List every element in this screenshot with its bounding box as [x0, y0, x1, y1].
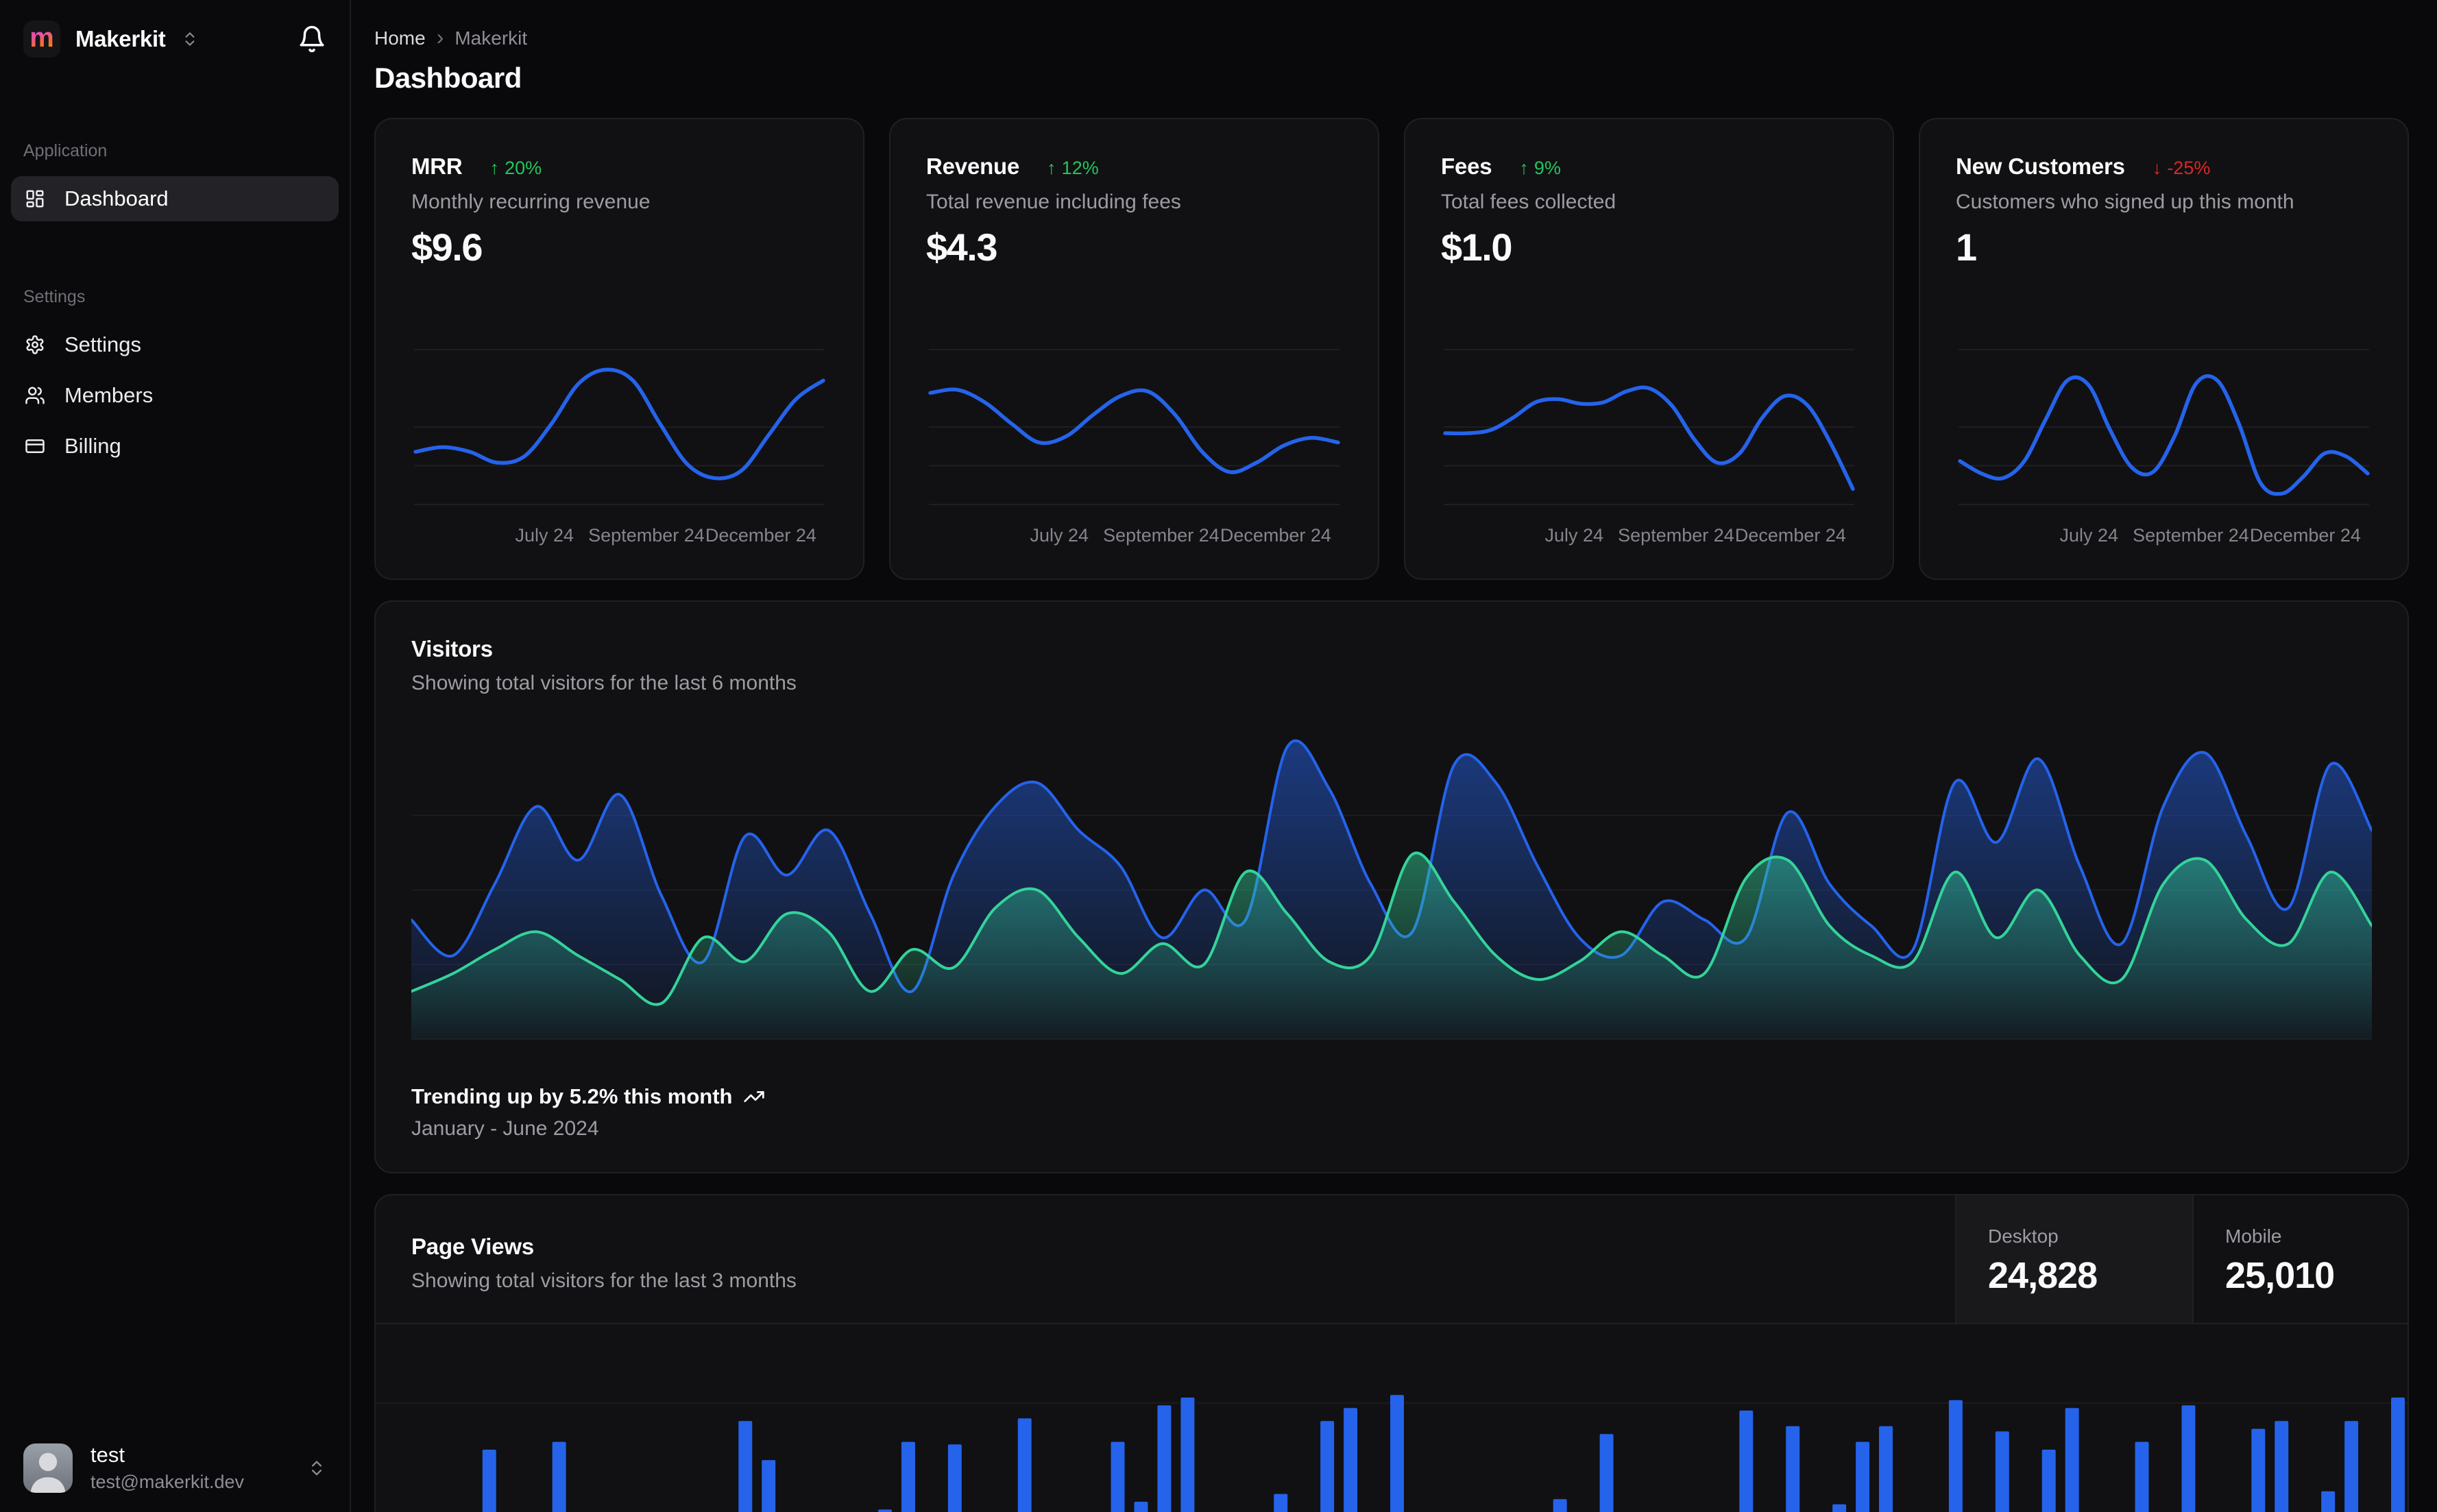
credit-card-icon — [25, 439, 45, 453]
fees-sparkline-chart: July 24 September 24 December 24 — [1441, 340, 1857, 548]
nav-section-settings: Settings — [23, 287, 86, 306]
stat-card-revenue: Revenue ↑ 12% Total revenue including fe… — [889, 118, 1379, 580]
x-tick: December 24 — [1220, 525, 1331, 546]
tab-label: Desktop — [1988, 1226, 2059, 1247]
x-tick: September 24 — [1618, 525, 1734, 546]
trend-value: 9% — [1533, 158, 1561, 178]
user-avatar — [23, 1443, 73, 1493]
x-tick: September 24 — [588, 525, 705, 546]
visitors-title: Visitors — [411, 636, 493, 661]
breadcrumb-home-link[interactable]: Home — [374, 27, 426, 49]
stat-title: New Customers — [1956, 154, 2125, 179]
page-views-subtitle: Showing total visitors for the last 3 mo… — [411, 1269, 797, 1292]
chevron-right-separator: › — [436, 25, 444, 49]
trending-up-icon — [744, 1091, 765, 1102]
arrow-down-icon: ↓ — [2152, 158, 2162, 178]
revenue-sparkline-chart: July 24 September 24 December 24 — [926, 340, 1342, 548]
x-tick: September 24 — [2133, 525, 2249, 546]
arrow-up-icon: ↑ — [1047, 158, 1056, 178]
gear-icon — [26, 335, 44, 354]
main-content: Home › Makerkit Dashboard MRR ↑ 20% Mont… — [351, 0, 2437, 1512]
stat-title: MRR — [411, 154, 463, 179]
stat-title: Fees — [1441, 154, 1492, 179]
page-views-card: Page Views Showing total visitors for th… — [374, 1194, 2409, 1512]
tab-value: 24,828 — [1988, 1255, 2098, 1296]
tab-label: Mobile — [2225, 1226, 2282, 1247]
x-tick: December 24 — [705, 525, 816, 546]
mrr-sparkline-chart: July 24 September 24 December 24 — [411, 340, 827, 548]
tab-desktop[interactable]: Desktop 24,828 — [1955, 1195, 2192, 1323]
visitors-date-range: January - June 2024 — [411, 1117, 599, 1140]
makerkit-logo-icon: m — [23, 21, 60, 58]
user-menu[interactable]: test test@makerkit.dev — [0, 1424, 350, 1512]
x-tick: July 24 — [515, 525, 574, 546]
page-title: Dashboard — [374, 62, 522, 94]
trend-badge: ↑ 9% — [1519, 158, 1561, 179]
stat-card-fees: Fees ↑ 9% Total fees collected $1.0 July… — [1404, 118, 1894, 580]
new-customers-sparkline-chart: July 24 September 24 December 24 — [1956, 340, 2372, 548]
arrow-up-icon: ↑ — [489, 158, 500, 178]
sidebar-item-billing[interactable]: Billing — [11, 424, 339, 469]
arrow-up-icon: ↑ — [1519, 158, 1529, 178]
notifications-button[interactable] — [298, 25, 326, 53]
sidebar-item-members[interactable]: Members — [11, 373, 339, 418]
visitors-trend-text: Trending up by 5.2% this month — [411, 1084, 733, 1108]
workspace-name: Makerkit — [75, 26, 166, 51]
sidebar-item-settings[interactable]: Settings — [11, 322, 339, 367]
users-icon — [25, 387, 45, 404]
stat-card-mrr: MRR ↑ 20% Monthly recurring revenue $9.6… — [374, 118, 864, 580]
stat-value: $9.6 — [411, 225, 483, 269]
breadcrumb-current: Makerkit — [454, 27, 528, 49]
layout-dashboard-icon — [26, 190, 44, 208]
visitors-card: Visitors Showing total visitors for the … — [374, 600, 2409, 1173]
sidebar-item-label: Dashboard — [64, 186, 169, 210]
x-tick: September 24 — [1103, 525, 1220, 546]
trend-badge: ↑ 12% — [1047, 158, 1099, 179]
breadcrumb: Home › Makerkit — [374, 25, 2409, 49]
chevrons-up-down-icon — [312, 1461, 322, 1475]
sidebar-item-label: Members — [64, 383, 154, 407]
page-views-title: Page Views — [411, 1234, 535, 1259]
workspace-switcher[interactable]: m Makerkit — [23, 21, 199, 58]
trend-badge: ↑ 20% — [490, 158, 542, 179]
sidebar-nav: Application Dashboard Settings Settings … — [0, 141, 350, 469]
page-views-header: Page Views Showing total visitors for th… — [376, 1195, 2408, 1324]
x-tick: July 24 — [1544, 525, 1604, 546]
user-email: test@makerkit.dev — [90, 1472, 244, 1492]
trend-value: 20% — [505, 158, 542, 178]
stat-subtitle: Customers who signed up this month — [1956, 191, 2294, 213]
sidebar: m Makerkit Application Dashboard Setting… — [0, 0, 351, 1512]
bell-icon — [300, 25, 324, 53]
sidebar-header: m Makerkit — [0, 0, 350, 58]
trend-value: -25% — [2167, 158, 2211, 178]
sidebar-item-label: Billing — [64, 434, 121, 458]
stat-subtitle: Total fees collected — [1441, 191, 1616, 213]
stat-value: $4.3 — [926, 225, 998, 269]
x-tick: July 24 — [1030, 525, 1089, 546]
visitors-subtitle: Showing total visitors for the last 6 mo… — [411, 672, 797, 694]
nav-section-application: Application — [23, 141, 108, 160]
tab-value: 25,010 — [2225, 1255, 2335, 1296]
stat-card-new-customers: New Customers ↓ -25% Customers who signe… — [1919, 118, 2409, 580]
trend-badge: ↓ -25% — [2153, 158, 2211, 179]
x-tick: December 24 — [2249, 525, 2361, 546]
stat-value: $1.0 — [1441, 225, 1513, 269]
trend-value: 12% — [1061, 158, 1099, 178]
chevrons-up-down-icon — [185, 32, 195, 46]
x-tick: December 24 — [1734, 525, 1846, 546]
page-views-bar-chart — [376, 1395, 2408, 1512]
sidebar-item-label: Settings — [64, 332, 142, 356]
tab-mobile[interactable]: Mobile 25,010 — [2192, 1195, 2408, 1323]
visitors-area-chart — [411, 739, 2372, 1040]
stat-subtitle: Total revenue including fees — [926, 191, 1181, 213]
stat-title: Revenue — [926, 154, 1020, 179]
user-name: test — [90, 1443, 125, 1467]
x-tick: July 24 — [2059, 525, 2119, 546]
sidebar-item-dashboard[interactable]: Dashboard — [11, 176, 339, 221]
visitors-footer: Trending up by 5.2% this month January -… — [411, 1084, 2372, 1141]
stat-cards-row: MRR ↑ 20% Monthly recurring revenue $9.6… — [374, 118, 2409, 580]
stat-value: 1 — [1956, 225, 1977, 269]
stat-subtitle: Monthly recurring revenue — [411, 191, 651, 213]
